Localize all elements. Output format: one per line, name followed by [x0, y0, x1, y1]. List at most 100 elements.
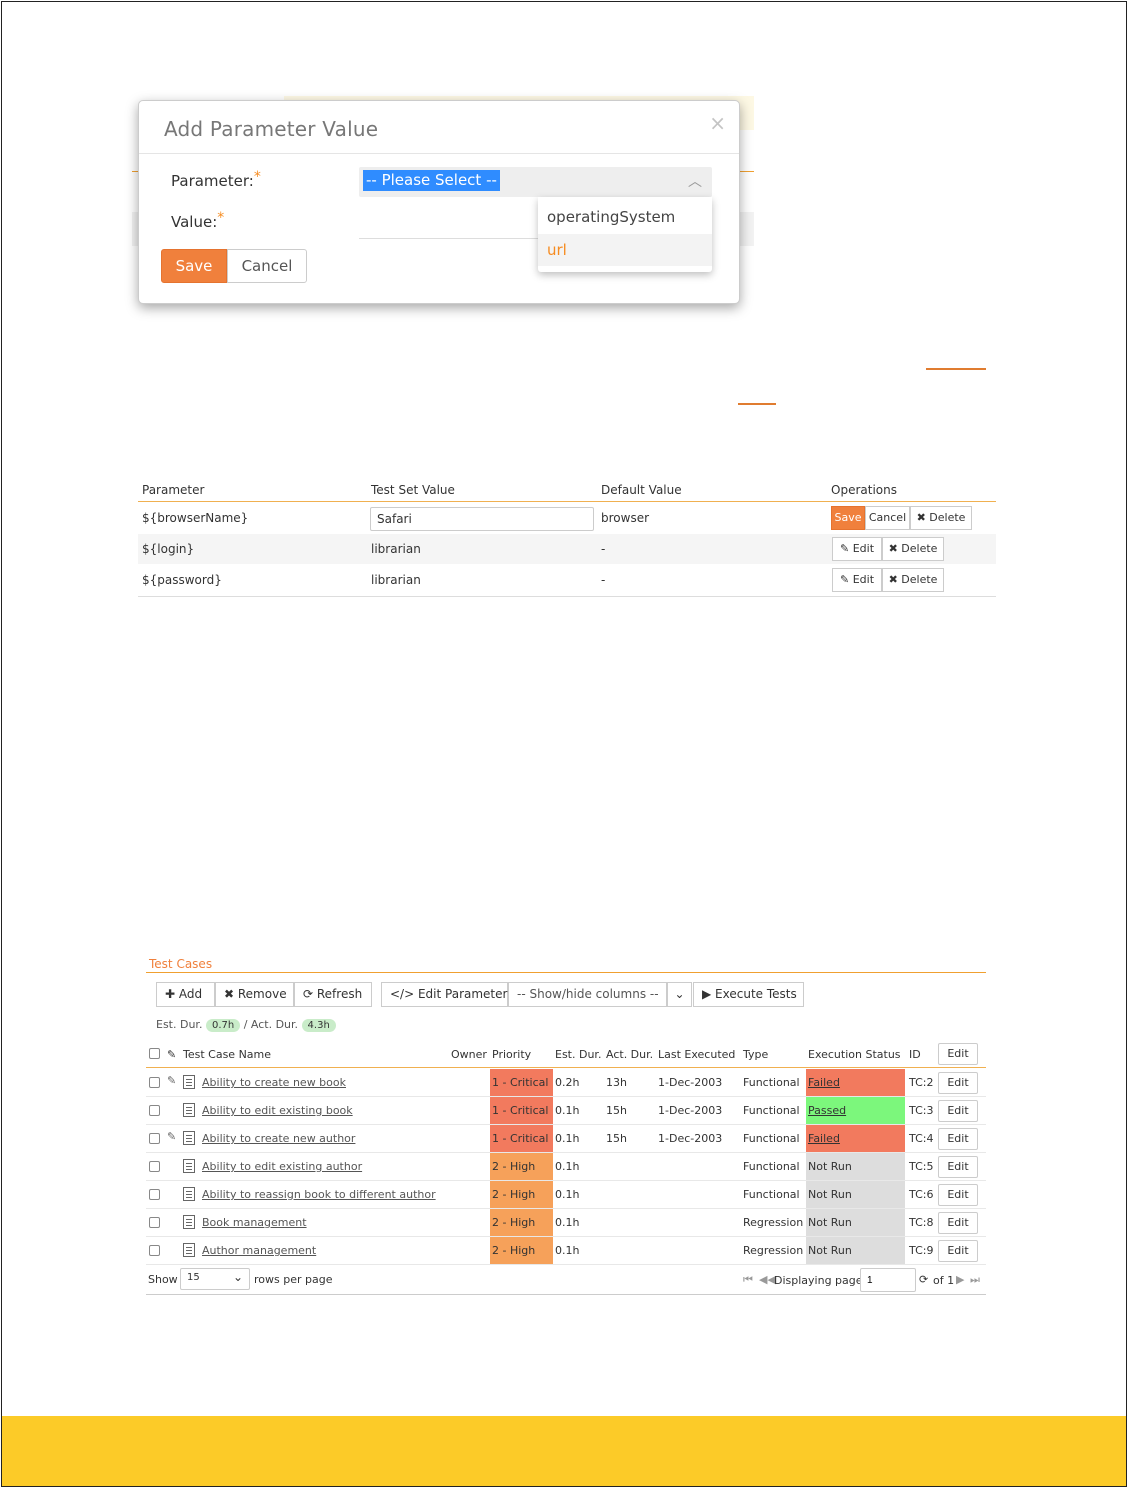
- last-page-icon[interactable]: ⏭: [970, 1273, 980, 1287]
- dropdown-option-operatingsystem[interactable]: operatingSystem: [538, 201, 712, 233]
- row-checkbox[interactable]: [149, 1189, 160, 1200]
- save-button[interactable]: Save: [161, 249, 227, 283]
- remove-label: Remove: [237, 987, 287, 1001]
- act-dur-cell: 15h: [606, 1132, 627, 1145]
- test-case-name-link[interactable]: Book management: [202, 1216, 307, 1229]
- row-delete-button[interactable]: ✖ Delete: [882, 568, 944, 592]
- type-cell: Functional: [743, 1160, 800, 1173]
- edit-icon: ✎: [839, 573, 853, 586]
- parameter-dropdown-list: operatingSystem url: [538, 197, 712, 272]
- parameter-select-value: -- Please Select --: [363, 170, 500, 191]
- column-header-type[interactable]: Type: [743, 1048, 768, 1061]
- type-cell: Regression: [743, 1216, 804, 1229]
- show-hide-columns-select[interactable]: -- Show/hide columns --: [508, 982, 667, 1007]
- refresh-button[interactable]: ⟳ Refresh: [294, 982, 372, 1007]
- play-icon: ▶: [702, 987, 716, 1001]
- delete-label: Delete: [929, 511, 966, 524]
- test-case-row: ✎ Ability to create new author 1 - Critica…: [146, 1125, 986, 1153]
- text-underline-mark: [926, 368, 986, 370]
- row-checkbox[interactable]: [149, 1217, 160, 1228]
- execution-status-value[interactable]: Passed: [808, 1104, 846, 1117]
- row-edit-button[interactable]: Edit: [938, 1212, 978, 1234]
- row-delete-button[interactable]: ✖ Delete: [882, 537, 944, 561]
- code-icon: </>: [390, 987, 418, 1001]
- column-header-id[interactable]: ID: [909, 1048, 921, 1061]
- priority-cell: 2 - High: [490, 1181, 553, 1208]
- execution-status-value[interactable]: Failed: [808, 1132, 840, 1145]
- close-icon[interactable]: ×: [709, 111, 726, 135]
- add-button[interactable]: ✚ Add: [156, 982, 215, 1007]
- execution-status-value: Not Run: [808, 1160, 852, 1173]
- execute-label: Execute Tests: [715, 987, 797, 1001]
- row-checkbox[interactable]: [149, 1133, 160, 1144]
- parameter-name: ${login}: [142, 542, 195, 556]
- row-delete-button[interactable]: ✖ Delete: [910, 506, 972, 530]
- execute-tests-button[interactable]: ▶ Execute Tests: [693, 982, 804, 1007]
- test-case-id: TC:4: [909, 1132, 934, 1145]
- row-save-button[interactable]: Save: [831, 506, 865, 530]
- row-edit-button[interactable]: Edit: [938, 1100, 978, 1122]
- row-edit-button[interactable]: ✎ Edit: [832, 537, 882, 561]
- parameter-table-header: Parameter Test Set Value Default Value O…: [138, 480, 996, 502]
- priority-cell: 2 - High: [490, 1153, 553, 1180]
- column-header-execution-status[interactable]: Execution Status: [808, 1048, 901, 1061]
- test-set-value: librarian: [371, 573, 421, 587]
- edit-parameters-button[interactable]: </> Edit Parameters: [381, 982, 514, 1007]
- value-input[interactable]: [359, 238, 539, 239]
- first-page-icon[interactable]: ⏮: [743, 1273, 753, 1287]
- chevron-down-icon[interactable]: ⌄: [667, 982, 692, 1007]
- test-case-name-link[interactable]: Ability to edit existing book: [202, 1104, 353, 1117]
- refresh-icon[interactable]: ⟳: [919, 1273, 928, 1286]
- last-executed-cell: 1-Dec-2003: [658, 1132, 723, 1145]
- test-case-name-link[interactable]: Ability to create new author: [202, 1132, 355, 1145]
- remove-button[interactable]: ✖ Remove: [215, 982, 294, 1007]
- row-checkbox[interactable]: [149, 1077, 160, 1088]
- column-header-priority[interactable]: Priority: [492, 1048, 531, 1061]
- row-edit-button[interactable]: Edit: [938, 1156, 978, 1178]
- cancel-button[interactable]: Cancel: [227, 249, 307, 283]
- test-case-icon: [183, 1187, 195, 1201]
- default-value: browser: [601, 511, 650, 525]
- dropdown-option-url[interactable]: url: [538, 234, 712, 266]
- column-header-act-dur[interactable]: Act. Dur.: [606, 1048, 653, 1061]
- priority-cell: 2 - High: [490, 1237, 553, 1264]
- row-edit-button[interactable]: Edit: [938, 1072, 978, 1094]
- row-checkbox[interactable]: [149, 1245, 160, 1256]
- execution-status-value[interactable]: Failed: [808, 1076, 840, 1089]
- parameter-field-label: Parameter:*: [171, 169, 261, 190]
- act-dur-cell: 13h: [606, 1076, 627, 1089]
- row-checkbox[interactable]: [149, 1161, 160, 1172]
- row-cancel-button[interactable]: Cancel: [865, 506, 910, 530]
- row-edit-button[interactable]: Edit: [938, 1184, 978, 1206]
- act-dur-label: / Act. Dur.: [243, 1018, 299, 1031]
- test-set-value-input[interactable]: [370, 507, 594, 531]
- rows-per-page-value: 15: [187, 1272, 200, 1283]
- execution-status-value: Not Run: [808, 1188, 852, 1201]
- test-case-name-link[interactable]: Ability to edit existing author: [202, 1160, 362, 1173]
- test-case-name-link[interactable]: Ability to create new book: [202, 1076, 346, 1089]
- row-edit-button[interactable]: Edit: [938, 1240, 978, 1262]
- next-page-icon[interactable]: ▶: [956, 1273, 964, 1286]
- row-edit-button[interactable]: Edit: [938, 1128, 978, 1150]
- test-case-name-link[interactable]: Author management: [202, 1244, 316, 1257]
- rows-per-page-select[interactable]: 15 ⌄: [180, 1268, 250, 1290]
- page-number-input[interactable]: [860, 1268, 916, 1292]
- type-cell: Functional: [743, 1104, 800, 1117]
- paperclip-icon: ✎: [167, 1074, 177, 1087]
- test-set-value: librarian: [371, 542, 421, 556]
- parameter-select[interactable]: -- Please Select -- ︿: [359, 167, 712, 197]
- default-value: -: [601, 542, 606, 556]
- column-header-est-dur[interactable]: Est. Dur.: [555, 1048, 601, 1061]
- row-edit-button[interactable]: ✎ Edit: [832, 568, 882, 592]
- row-checkbox[interactable]: [149, 1105, 160, 1116]
- value-field-label: Value:*: [171, 210, 224, 231]
- dialog-divider: [139, 153, 739, 154]
- column-header-last-executed[interactable]: Last Executed: [658, 1048, 735, 1061]
- select-all-checkbox[interactable]: [149, 1048, 160, 1059]
- test-case-name-link[interactable]: Ability to reassign book to different au…: [202, 1188, 436, 1201]
- edit-grid-button[interactable]: Edit: [938, 1043, 978, 1065]
- column-header-owner[interactable]: Owner: [451, 1048, 487, 1061]
- column-header-name[interactable]: Test Case Name: [183, 1048, 271, 1061]
- refresh-label: Refresh: [316, 987, 363, 1001]
- est-dur-cell: 0.1h: [555, 1104, 580, 1117]
